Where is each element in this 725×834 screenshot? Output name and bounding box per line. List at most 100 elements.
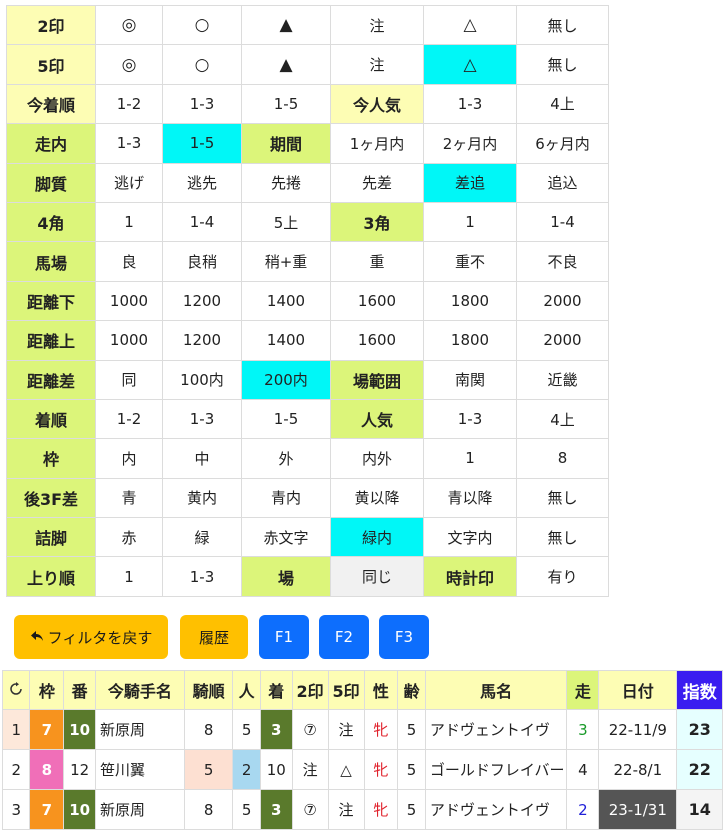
filter-option[interactable]: 2000 [516, 320, 609, 361]
filter-option[interactable]: 良稍 [162, 241, 242, 282]
filter-option-selected[interactable]: △ [423, 44, 517, 85]
filter-option[interactable]: 逃げ [95, 162, 163, 203]
filter-option[interactable]: 1000 [95, 320, 163, 361]
refresh-icon[interactable] [1, 670, 31, 710]
filter-option[interactable]: 青以降 [423, 477, 517, 519]
filter-option[interactable]: 4上 [516, 83, 609, 125]
filter-option[interactable]: 1-3 [162, 83, 242, 125]
filter-option[interactable]: 重不 [423, 241, 517, 282]
filter-option[interactable]: 稍+重 [241, 241, 331, 282]
filter-option[interactable]: 1-3 [162, 556, 242, 597]
filter-option[interactable]: ◎ [95, 4, 163, 46]
filter-option[interactable]: 文字内 [423, 517, 517, 558]
filter-option[interactable]: 1200 [162, 320, 242, 361]
filter-option[interactable]: 無し [516, 44, 609, 85]
header-waku[interactable]: 枠 [29, 670, 65, 710]
filter-option[interactable]: 注 [330, 4, 424, 46]
filter-option[interactable]: 1 [95, 201, 163, 243]
filter-option[interactable]: 8 [516, 438, 609, 479]
horse-name[interactable]: ゴールドフレイバー [424, 749, 568, 790]
filter-option-selected[interactable]: 差追 [423, 162, 517, 203]
filter-option[interactable]: 追込 [516, 162, 609, 203]
filter-option[interactable]: 無し [516, 4, 609, 46]
filter-option[interactable]: 1600 [330, 320, 424, 361]
filter-option-selected[interactable]: 緑内 [330, 517, 424, 558]
filter-option[interactable]: 1800 [423, 280, 517, 322]
header-age[interactable]: 齢 [397, 670, 426, 710]
table-row[interactable]: 2 8 12 笹川翼 5 2 10 注 △ 牝 5 ゴールドフレイバー 4 22… [1, 749, 723, 790]
filter-option[interactable]: 無し [516, 517, 609, 558]
filter-option[interactable]: 1400 [241, 320, 331, 361]
filter-option[interactable]: 南関 [423, 359, 517, 400]
filter-option[interactable]: 先捲 [241, 162, 331, 203]
filter-option[interactable]: 有り [516, 556, 609, 597]
filter-option[interactable]: 1-4 [516, 201, 609, 243]
header-horse[interactable]: 馬名 [424, 670, 568, 710]
filter-option[interactable]: ▲ [241, 44, 331, 85]
filter-option[interactable]: 1000 [95, 280, 163, 322]
filter-option[interactable]: 1-2 [95, 83, 163, 125]
filter-option[interactable]: 5上 [241, 201, 331, 243]
header-chaku[interactable]: 着 [259, 670, 293, 710]
f1-button[interactable]: F1 [259, 615, 309, 659]
filter-option[interactable]: 同 [95, 359, 163, 400]
f2-button[interactable]: F2 [319, 615, 369, 659]
filter-option[interactable]: 赤文字 [241, 517, 331, 558]
filter-option[interactable]: 2ヶ月内 [423, 123, 517, 164]
reset-filter-button[interactable]: フィルタを戻す [14, 615, 168, 659]
header-ban[interactable]: 番 [63, 670, 97, 710]
history-button[interactable]: 履歴 [180, 615, 248, 659]
header-index[interactable]: 指数 [676, 670, 723, 710]
filter-option[interactable]: 1 [423, 201, 517, 243]
filter-option[interactable]: ○ [162, 4, 242, 46]
horse-name[interactable]: アドヴェントイヴ [424, 709, 568, 750]
filter-option[interactable]: 青内 [241, 477, 331, 519]
header-run[interactable]: 走 [566, 670, 600, 710]
filter-option[interactable]: 1ヶ月内 [330, 123, 424, 164]
filter-option[interactable]: 逃先 [162, 162, 242, 203]
filter-option[interactable]: 1-3 [423, 398, 517, 440]
filter-option[interactable]: 1-3 [95, 123, 163, 164]
filter-option[interactable]: 4上 [516, 398, 609, 440]
filter-option[interactable]: 1-3 [162, 398, 242, 440]
filter-option[interactable]: 1-5 [241, 83, 331, 125]
header-ninki[interactable]: 人 [232, 670, 261, 710]
header-kijun[interactable]: 騎順 [183, 670, 234, 710]
filter-option[interactable]: 注 [330, 44, 424, 85]
filter-option[interactable]: 6ヶ月内 [516, 123, 609, 164]
header-2in[interactable]: 2印 [291, 670, 329, 710]
filter-option[interactable]: ▲ [241, 4, 331, 46]
filter-option[interactable]: 1600 [330, 280, 424, 322]
filter-option[interactable]: 1-3 [423, 83, 517, 125]
f3-button[interactable]: F3 [379, 615, 429, 659]
filter-option[interactable]: ◎ [95, 44, 163, 85]
filter-option[interactable]: 1 [423, 438, 517, 479]
filter-option[interactable]: 1-2 [95, 398, 163, 440]
filter-option[interactable]: 1400 [241, 280, 331, 322]
filter-option[interactable]: 赤 [95, 517, 163, 558]
filter-option[interactable]: 近畿 [516, 359, 609, 400]
filter-option[interactable]: 中 [162, 438, 242, 479]
filter-option[interactable]: 不良 [516, 241, 609, 282]
filter-option[interactable]: 1-5 [241, 398, 331, 440]
table-row[interactable]: 1 7 10 新原周 8 5 3 ⑦ 注 牝 5 アドヴェントイヴ 3 22-1… [1, 709, 723, 750]
header-jockey[interactable]: 今騎手名 [95, 670, 185, 710]
filter-option[interactable]: 黄内 [162, 477, 242, 519]
filter-option[interactable]: 外 [241, 438, 331, 479]
table-row[interactable]: 3 7 10 新原周 8 5 3 ⑦ 注 牝 5 アドヴェントイヴ 2 23-1… [1, 789, 723, 830]
filter-option-selected[interactable]: 200内 [241, 359, 331, 400]
filter-option[interactable]: ○ [162, 44, 242, 85]
filter-option[interactable]: 黄以降 [330, 477, 424, 519]
filter-option[interactable]: 1 [95, 556, 163, 597]
filter-option[interactable]: 緑 [162, 517, 242, 558]
filter-option[interactable]: 1-4 [162, 201, 242, 243]
filter-option[interactable]: 1800 [423, 320, 517, 361]
filter-option[interactable]: 無し [516, 477, 609, 519]
filter-option[interactable]: 1200 [162, 280, 242, 322]
filter-option[interactable]: 2000 [516, 280, 609, 322]
filter-option[interactable]: 内外 [330, 438, 424, 479]
filter-option[interactable]: 内 [95, 438, 163, 479]
header-date[interactable]: 日付 [598, 670, 678, 710]
filter-option[interactable]: △ [423, 4, 517, 46]
filter-option[interactable]: 良 [95, 241, 163, 282]
